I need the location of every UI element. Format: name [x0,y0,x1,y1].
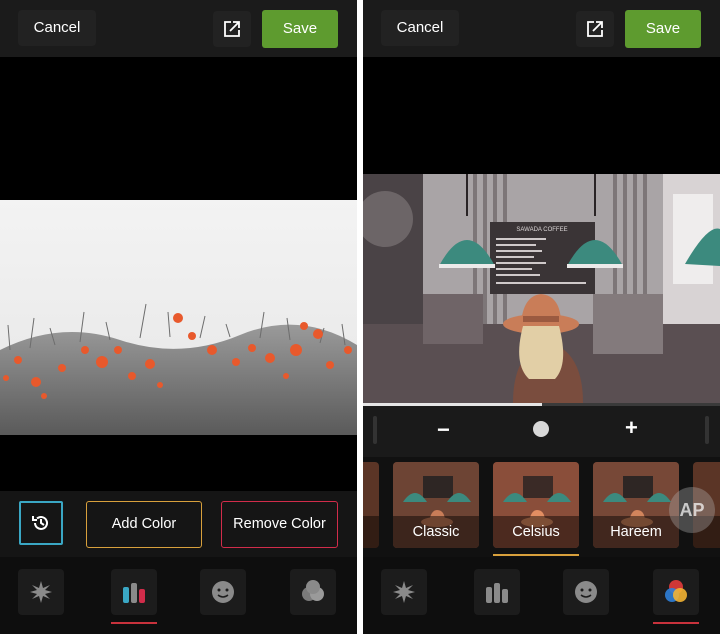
top-bar: Cancel Save [0,0,357,57]
slider-fill [363,403,542,406]
watermark-badge: AP [669,487,715,533]
color-splash-icon [123,583,145,603]
blend-icon [302,580,324,601]
color-tools-row: Add Color Remove Color [0,491,357,557]
tab-effects[interactable] [18,569,64,615]
photo-canvas [0,57,357,491]
filter-thumb[interactable] [363,462,379,548]
slider-left-cap [373,416,377,444]
top-bar: Cancel Save [363,0,720,57]
share-button[interactable] [213,11,251,47]
save-button[interactable]: Save [262,10,338,48]
filter-thumb-celsius[interactable]: Celsius [493,462,579,548]
filter-label [363,516,379,548]
slider-track[interactable] [363,403,720,406]
save-button[interactable]: Save [625,10,701,48]
face-icon [575,581,597,603]
filter-thumb-hareem[interactable]: Hareem [593,462,679,548]
increase-button[interactable]: + [625,415,638,441]
remove-color-button[interactable]: Remove Color [221,501,338,548]
intensity-slider-row: − + [363,403,720,457]
tab-effects[interactable] [381,569,427,615]
tab-color-splash[interactable] [474,569,520,615]
cancel-button[interactable]: Cancel [381,10,459,46]
filter-strip: Classic Celsius Hareem AP [363,457,720,557]
selected-filter-indicator [493,554,579,556]
cancel-button[interactable]: Cancel [18,10,96,46]
filter-label: Hareem [593,516,679,548]
tab-face[interactable] [200,569,246,615]
poppy-field-photo[interactable] [0,200,357,435]
history-button[interactable] [19,501,63,545]
bottom-tab-bar [0,557,357,634]
tab-color-splash[interactable] [111,569,157,615]
cafe-photo[interactable]: SAWADA COFFEE [363,174,720,403]
share-button[interactable] [576,11,614,47]
sparkle-icon [393,581,415,603]
photo-canvas: SAWADA COFFEE [363,57,720,403]
share-icon [587,21,603,37]
color-splash-icon [486,583,508,603]
history-icon [32,515,48,530]
watermark-text: AP [679,500,705,520]
filter-thumb-classic[interactable]: Classic [393,462,479,548]
slider-handle[interactable] [533,421,549,437]
tab-face[interactable] [563,569,609,615]
cafe-sign-title: SAWADA COFFEE [516,227,567,233]
decrease-button[interactable]: − [437,417,450,443]
active-tab-indicator [653,622,699,624]
share-icon [224,21,240,37]
tab-blend[interactable] [290,569,336,615]
bottom-tab-bar [363,557,720,634]
filter-label: Celsius [493,516,579,548]
slider-right-cap [705,416,709,444]
active-tab-indicator [111,622,157,624]
add-color-button[interactable]: Add Color [86,501,202,548]
sparkle-icon [30,581,52,603]
left-phone-screen: Cancel Save Add Color Remove Color [0,0,357,634]
tab-filters[interactable] [653,569,699,615]
filter-label: Classic [393,516,479,548]
rgb-circles-icon [665,580,687,602]
right-phone-screen: Cancel Save SAWADA COFFEE − + Classic Ce… [363,0,720,634]
face-icon [212,581,234,603]
